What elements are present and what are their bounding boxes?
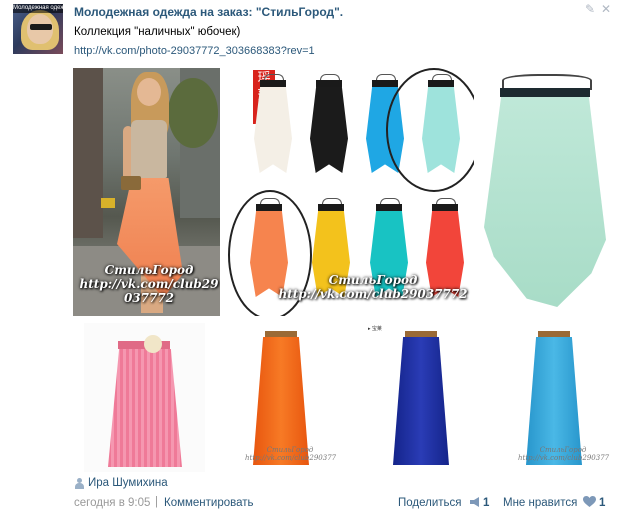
person-icon	[74, 478, 84, 489]
watermark-line: СтильГород	[104, 263, 194, 277]
photo-sky-maxi-skirt[interactable]: СтильГород http://vk.com/club29037772	[498, 323, 610, 472]
skirt-white	[254, 74, 292, 174]
group-title-link[interactable]: Молодежная одежда на заказ: "СтильГород"…	[74, 5, 343, 19]
share-count: 1	[483, 497, 490, 509]
skirt-body	[108, 349, 182, 467]
like-button[interactable]: Мне нравится	[503, 497, 577, 509]
taxi	[101, 198, 115, 208]
megaphone-icon[interactable]	[469, 496, 481, 508]
shop-label: ▸ 宝莱	[368, 326, 382, 332]
skirt-black	[310, 74, 348, 174]
post-text: Коллекция "наличных" юбочек)	[74, 26, 241, 38]
clutch-bag	[121, 176, 141, 190]
belt	[538, 331, 570, 337]
avatar-sunglasses	[30, 24, 52, 30]
girl-head	[137, 78, 161, 106]
skirt-body	[393, 337, 449, 465]
hand-drawn-circle	[386, 68, 474, 192]
watermark: СтильГород http://vk.com/club29037772	[245, 446, 337, 462]
comment-button[interactable]: Комментировать	[164, 497, 254, 509]
watermark: СтильГород http://vk.com/club29037772	[278, 273, 468, 302]
group-avatar[interactable]: Молодежная одежда	[13, 4, 63, 54]
wall-post: Молодежная одежда Молодежная одежда на з…	[0, 0, 626, 515]
watermark-line: СтильГород	[328, 273, 418, 287]
watermark: СтильГород http://vk.com/club29037772	[518, 446, 610, 462]
flower-belt	[144, 335, 162, 353]
waistband	[372, 80, 398, 87]
photo-eight-skirts[interactable]: 瑶萍安 СтильГород http://vk.com/club2903777…	[226, 68, 474, 316]
heart-icon[interactable]	[583, 496, 596, 508]
belt	[265, 331, 297, 337]
watermark: СтильГород http://vk.com/club29 037772	[79, 263, 219, 305]
watermark-line: 037772	[123, 290, 175, 305]
building	[73, 68, 103, 238]
photo-street-girl[interactable]: СтильГород http://vk.com/club29 037772	[73, 68, 220, 316]
skirt-body	[484, 97, 606, 307]
skirt-body	[310, 87, 348, 173]
waistband	[318, 204, 344, 211]
belt	[405, 331, 437, 337]
like-count: 1	[599, 497, 606, 509]
watermark-line: http://vk.com/club29	[79, 276, 219, 291]
waistband	[260, 80, 286, 87]
person-icon-body	[75, 483, 84, 489]
waistband	[500, 88, 590, 97]
photo-orange-maxi-skirt[interactable]: СтильГород http://vk.com/club29037772	[225, 323, 337, 472]
watermark-line: http://vk.com/club29037772	[278, 286, 468, 301]
photo-pink-skirt[interactable]	[84, 323, 205, 472]
avatar-caption: Молодежная одежда	[13, 4, 63, 13]
photo-navy-maxi-skirt[interactable]: ▸ 宝莱	[365, 323, 479, 472]
waistband	[432, 204, 458, 211]
waistband	[316, 80, 342, 87]
girl-top	[131, 120, 167, 178]
skirt-body	[254, 87, 292, 173]
post-link[interactable]: http://vk.com/photo-29037772_303668383?r…	[74, 45, 315, 57]
tree	[168, 78, 218, 148]
close-icon[interactable]: ✕	[600, 3, 612, 15]
watermark-line: http://vk.com/club29037772	[518, 453, 610, 462]
author-link[interactable]: Ира Шумихина	[88, 477, 168, 489]
separator: |	[155, 496, 158, 508]
photo-mint-skirt[interactable]	[480, 68, 609, 316]
post-date[interactable]: сегодня в 9:05	[74, 497, 150, 509]
watermark-line: http://vk.com/club29037772	[245, 453, 337, 462]
share-button[interactable]: Поделиться	[398, 497, 462, 509]
pencil-icon[interactable]: ✎	[584, 3, 596, 15]
waistband	[376, 204, 402, 211]
